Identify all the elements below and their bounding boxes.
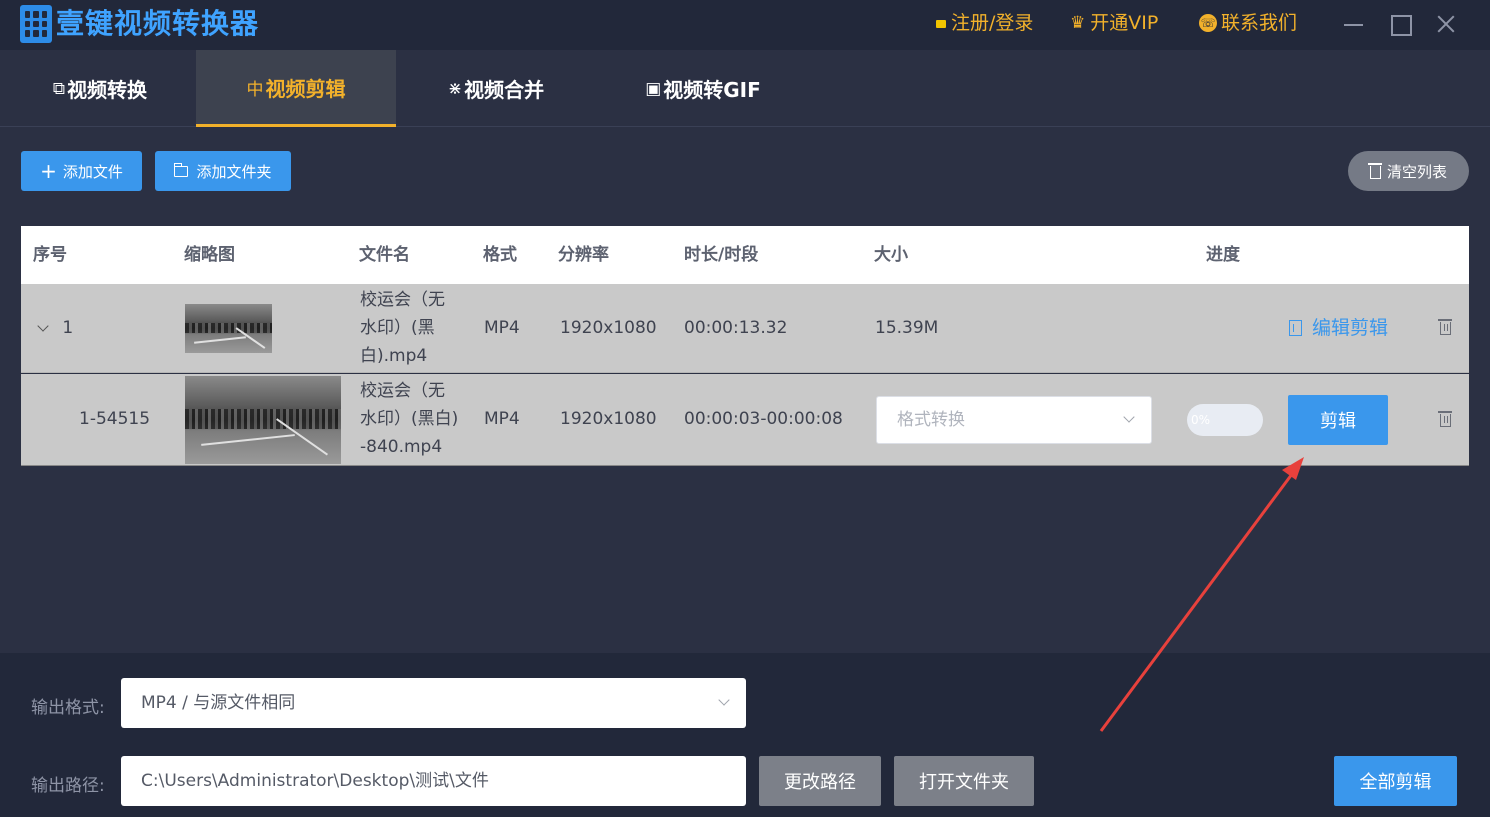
maximize-button[interactable] — [1386, 10, 1414, 38]
chevron-down-icon[interactable] — [37, 320, 49, 332]
header-size: 大小 — [874, 245, 908, 265]
delete-row-icon[interactable] — [1438, 319, 1452, 335]
document-icon — [1289, 320, 1302, 336]
progress-bar: 0% — [1187, 404, 1263, 436]
row-duration: 00:00:13.32 — [684, 318, 788, 338]
add-folder-button[interactable]: 添加文件夹 — [155, 151, 291, 191]
user-card-icon — [936, 20, 946, 28]
row-duration: 00:00:03-00:00:08 — [684, 409, 843, 429]
minimize-button[interactable] — [1340, 10, 1368, 38]
clip-icon: 中 — [246, 79, 264, 100]
vip-label: 开通VIP — [1090, 12, 1159, 34]
output-path-label: 输出路径: — [31, 776, 105, 796]
open-folder-button[interactable]: 打开文件夹 — [894, 756, 1034, 806]
app-window: 壹键视频转换器 注册/登录 ♛ 开通VIP ☏ 联系我们 ⧉ 视频转换 中 视频… — [0, 0, 1490, 817]
clear-list-button[interactable]: 清空列表 — [1348, 151, 1469, 191]
merge-icon: ⋇ — [447, 78, 463, 99]
edit-clip-button[interactable]: 编辑剪辑 — [1289, 314, 1388, 342]
header-filename: 文件名 — [359, 245, 410, 265]
change-path-button[interactable]: 更改路径 — [759, 756, 881, 806]
row-filename: 校运会（无 水印）(黑白) -840.mp4 — [360, 381, 459, 457]
output-path-input[interactable]: C:\Users\Administrator\Desktop\测试\文件 — [121, 756, 746, 806]
output-panel: 输出格式: MP4 / 与源文件相同 输出路径: C:\Users\Admini… — [0, 653, 1490, 817]
trash-icon — [1367, 163, 1382, 179]
tab-video-convert[interactable]: ⧉ 视频转换 — [0, 50, 200, 127]
clear-list-label: 清空列表 — [1386, 162, 1447, 181]
row-resolution: 1920x1080 — [560, 318, 657, 338]
title-bar: 壹键视频转换器 注册/登录 ♛ 开通VIP ☏ 联系我们 — [0, 0, 1490, 50]
video-thumbnail — [185, 376, 341, 464]
contact-label: 联系我们 — [1221, 12, 1298, 34]
chevron-down-icon — [1123, 411, 1135, 423]
header-progress: 进度 — [1206, 245, 1240, 265]
file-table: 序号 缩略图 文件名 格式 分辨率 时长/时段 大小 进度 1 校运会（无 水印… — [21, 226, 1469, 467]
register-login-label: 注册/登录 — [951, 12, 1034, 34]
delete-row-icon[interactable] — [1438, 411, 1452, 427]
app-logo-icon — [20, 5, 52, 43]
progress-text: 0% — [1191, 413, 1211, 427]
row-format: MP4 — [484, 318, 520, 338]
tab-label: 视频转GIF — [663, 78, 761, 102]
video-thumbnail — [185, 304, 272, 353]
contact-link[interactable]: ☏ 联系我们 — [1199, 10, 1297, 36]
tab-bar: ⧉ 视频转换 中 视频剪辑 ⋇ 视频合并 ▣ 视频转GIF — [0, 50, 1490, 127]
crown-icon: ♛ — [1070, 13, 1086, 33]
output-format-label: 输出格式: — [31, 698, 105, 718]
row-index[interactable]: 1 — [37, 314, 73, 342]
row-format: MP4 — [484, 409, 520, 429]
tab-label: 视频剪辑 — [265, 76, 346, 101]
app-title: 壹键视频转换器 — [56, 7, 260, 40]
clip-all-button[interactable]: 全部剪辑 — [1334, 756, 1457, 806]
plus-icon: + — [40, 159, 57, 183]
chevron-down-icon — [718, 694, 730, 706]
vip-link[interactable]: ♛ 开通VIP — [1070, 10, 1158, 36]
tab-label: 视频合并 — [464, 78, 545, 102]
table-row: 1 校运会（无 水印）(黑 白).mp4 MP4 1920x1080 00:00… — [21, 284, 1469, 373]
add-file-label: 添加文件 — [62, 162, 123, 181]
row-resolution: 1920x1080 — [560, 409, 657, 429]
table-header: 序号 缩略图 文件名 格式 分辨率 时长/时段 大小 进度 — [21, 226, 1469, 284]
headset-icon: ☏ — [1199, 14, 1217, 32]
convert-icon: ⧉ — [52, 78, 66, 99]
folder-icon — [173, 162, 189, 177]
tab-video-to-gif[interactable]: ▣ 视频转GIF — [603, 50, 803, 127]
tab-label: 视频转换 — [67, 78, 148, 102]
tab-video-merge[interactable]: ⋇ 视频合并 — [396, 50, 596, 127]
clip-button[interactable]: 剪辑 — [1288, 395, 1388, 445]
table-row: 1-54515 校运会（无 水印）(黑白) -840.mp4 MP4 1920x… — [21, 374, 1469, 466]
tab-video-clip[interactable]: 中 视频剪辑 — [196, 50, 396, 127]
row-filename: 校运会（无 水印）(黑 白).mp4 — [360, 290, 445, 366]
row-size: 15.39M — [875, 318, 939, 338]
header-index: 序号 — [33, 245, 67, 265]
header-resolution: 分辨率 — [558, 245, 609, 265]
add-folder-label: 添加文件夹 — [196, 162, 272, 181]
header-duration: 时长/时段 — [684, 245, 759, 265]
close-button[interactable] — [1432, 10, 1460, 38]
register-login-link[interactable]: 注册/登录 — [936, 10, 1033, 36]
gif-icon: ▣ — [645, 78, 662, 99]
format-convert-select[interactable]: 格式转换 — [876, 396, 1152, 444]
row-index: 1-54515 — [79, 409, 151, 429]
header-format: 格式 — [483, 245, 517, 265]
add-file-button[interactable]: + 添加文件 — [21, 151, 142, 191]
header-thumbnail: 缩略图 — [184, 245, 235, 265]
output-format-select[interactable]: MP4 / 与源文件相同 — [121, 678, 746, 728]
